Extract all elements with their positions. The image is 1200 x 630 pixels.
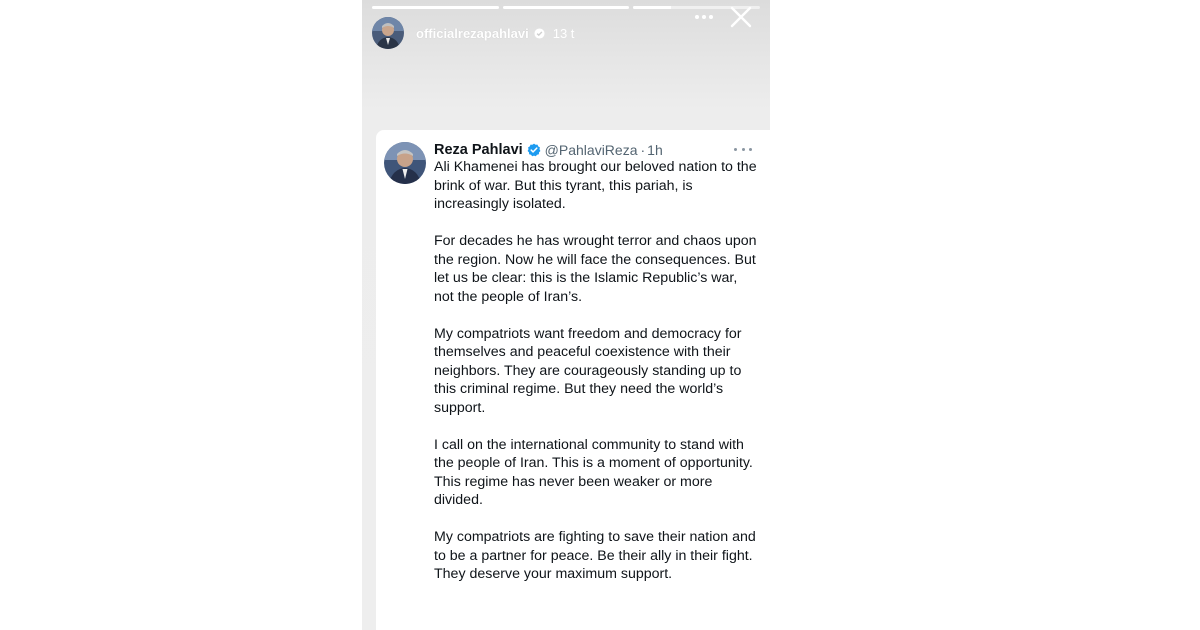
verified-badge-icon [527,143,541,157]
tweet-more-button[interactable] [734,142,752,156]
tweet-handle[interactable]: @PahlaviReza [545,142,638,158]
story-avatar[interactable] [372,17,404,49]
tweet-avatar[interactable] [384,142,426,184]
more-horizontal-icon [695,15,699,19]
story-username[interactable]: officialrezapahlavi [416,26,529,41]
story-progress-segment [502,6,630,9]
tweet-separator: · [640,142,646,158]
tweet-paragraph: For decades he has wrought terror and ch… [434,233,757,305]
verified-badge-icon [534,27,545,39]
tweet-paragraph: Ali Khamenei has brought our beloved nat… [434,159,757,212]
tweet-paragraph: My compatriots are fighting to save thei… [434,529,756,582]
tweet-card[interactable]: Reza Pahlavi @PahlaviReza · 1h Ali Khame… [376,130,770,630]
close-icon[interactable] [728,4,754,30]
page: officialrezapahlavi 13 t Reza Pahlavi @P… [0,0,1200,630]
tweet-text: Ali Khamenei has brought our beloved nat… [434,158,760,602]
story-progress-segment [372,6,499,9]
tweet-timestamp[interactable]: 1h [647,142,663,158]
more-horizontal-icon [734,147,737,151]
story-viewer[interactable]: officialrezapahlavi 13 t Reza Pahlavi @P… [362,0,770,630]
tweet-author-name[interactable]: Reza Pahlavi [434,142,523,158]
tweet-paragraph: My compatriots want freedom and democrac… [434,325,742,416]
tweet-paragraph: I call on the international community to… [434,436,753,509]
story-more-button[interactable] [692,8,716,26]
tweet-header: Reza Pahlavi @PahlaviReza · 1h [434,140,754,160]
story-timestamp: 13 t [552,25,575,41]
